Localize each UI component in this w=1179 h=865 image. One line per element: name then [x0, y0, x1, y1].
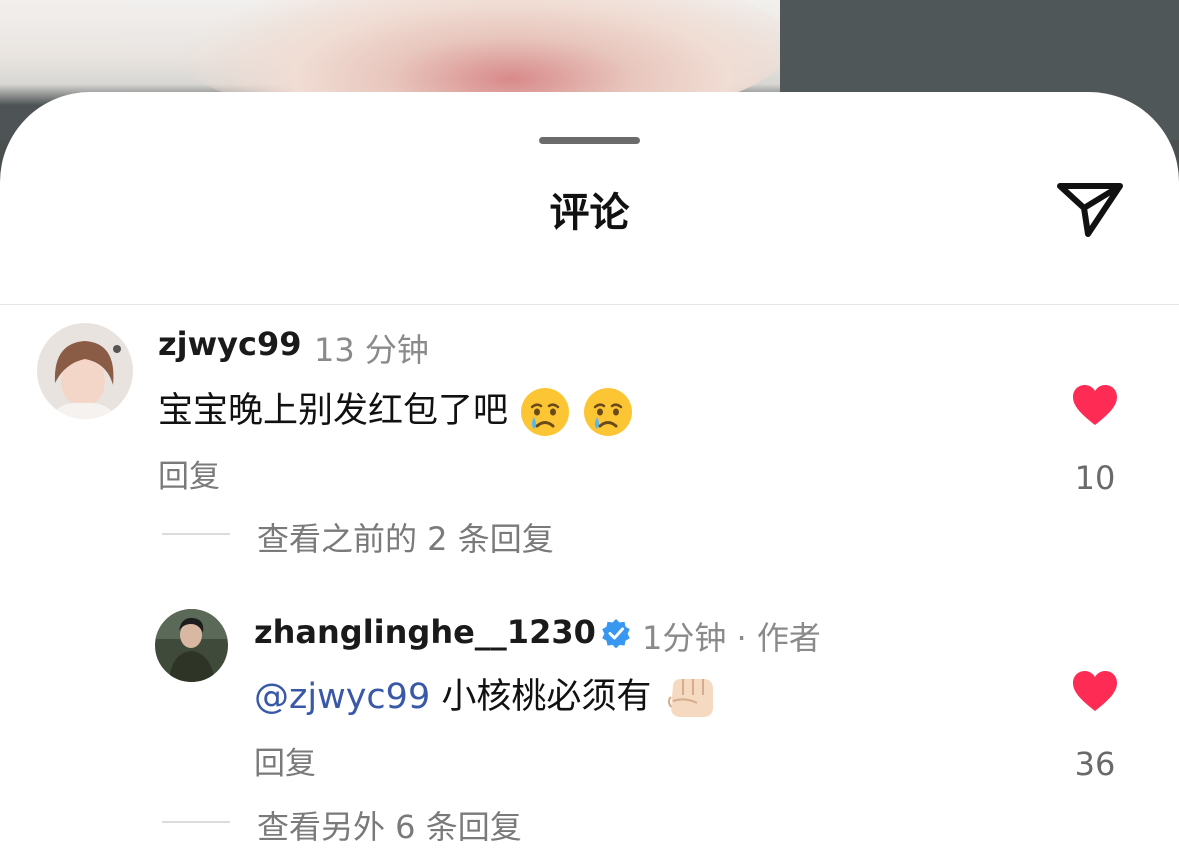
- avatar[interactable]: [155, 609, 228, 682]
- drag-handle[interactable]: [539, 137, 640, 144]
- reply-button[interactable]: 回复: [158, 451, 220, 496]
- heart-icon[interactable]: [1071, 383, 1119, 427]
- crying-face-emoji: [584, 388, 633, 436]
- send-icon[interactable]: [1052, 176, 1128, 242]
- reply-time: 1分钟 · 作者: [642, 619, 821, 657]
- comments-sheet: 评论 zjwyc99 13 分钟 宝宝晚上别发红包了吧 回复 10 查看之前的 …: [0, 92, 1179, 865]
- like-count: 10: [1074, 459, 1116, 497]
- replies-line: [162, 533, 230, 535]
- view-more-replies-button[interactable]: 查看另外 6 条回复: [257, 802, 522, 848]
- view-more-replies-button[interactable]: 查看之前的 2 条回复: [257, 514, 554, 560]
- heart-icon[interactable]: [1071, 669, 1119, 713]
- reply-text-body: 小核桃必须有: [441, 677, 652, 717]
- reply-button[interactable]: 回复: [254, 738, 316, 783]
- verified-badge-icon: [602, 619, 630, 648]
- comment-text-body: 宝宝晚上别发红包了吧: [158, 391, 509, 431]
- like-count: 36: [1074, 745, 1116, 783]
- mention-link[interactable]: @zjwyc99: [254, 677, 430, 717]
- fist-bump-emoji: [667, 679, 713, 717]
- reply-username[interactable]: zhanglinghe__1230: [254, 613, 596, 651]
- avatar[interactable]: [37, 323, 133, 419]
- crying-face-emoji: [521, 388, 570, 436]
- comment-text: 宝宝晚上别发红包了吧: [158, 382, 634, 438]
- sheet-title: 评论: [549, 190, 630, 236]
- comment-username[interactable]: zjwyc99: [158, 325, 302, 363]
- replies-line: [162, 821, 230, 823]
- reply-text: @zjwyc99 小核桃必须有: [254, 668, 717, 723]
- header-divider: [0, 304, 1179, 305]
- comment-time: 13 分钟: [314, 331, 429, 369]
